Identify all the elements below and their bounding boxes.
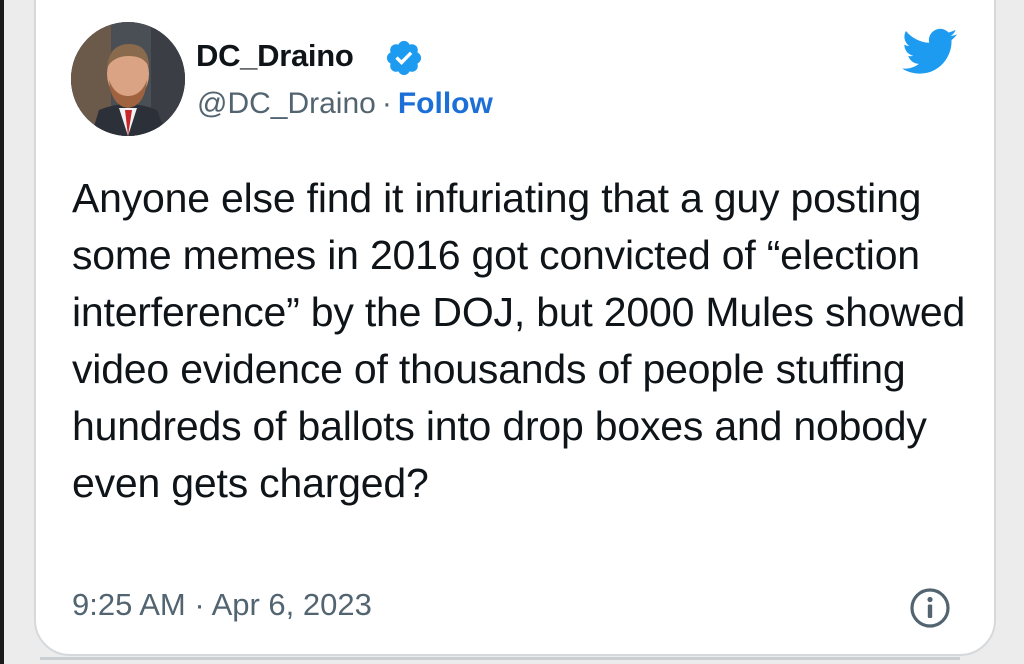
twitter-bird-icon[interactable] xyxy=(902,28,958,76)
window-edge xyxy=(0,0,4,664)
avatar[interactable] xyxy=(71,22,185,136)
handle[interactable]: @DC_Draino xyxy=(197,87,376,120)
info-icon[interactable] xyxy=(908,586,952,630)
timestamp[interactable]: 9:25 AM · Apr 6, 2023 xyxy=(72,586,372,624)
handle-row: @DC_Draino · Follow xyxy=(197,86,493,122)
separator-dot: · xyxy=(381,87,392,120)
divider xyxy=(40,657,960,660)
tweet-text: Anyone else find it infuriating that a g… xyxy=(72,175,966,506)
follow-button[interactable]: Follow xyxy=(398,87,493,120)
verified-badge-icon xyxy=(384,38,424,78)
display-name[interactable]: DC_Draino xyxy=(196,38,354,74)
